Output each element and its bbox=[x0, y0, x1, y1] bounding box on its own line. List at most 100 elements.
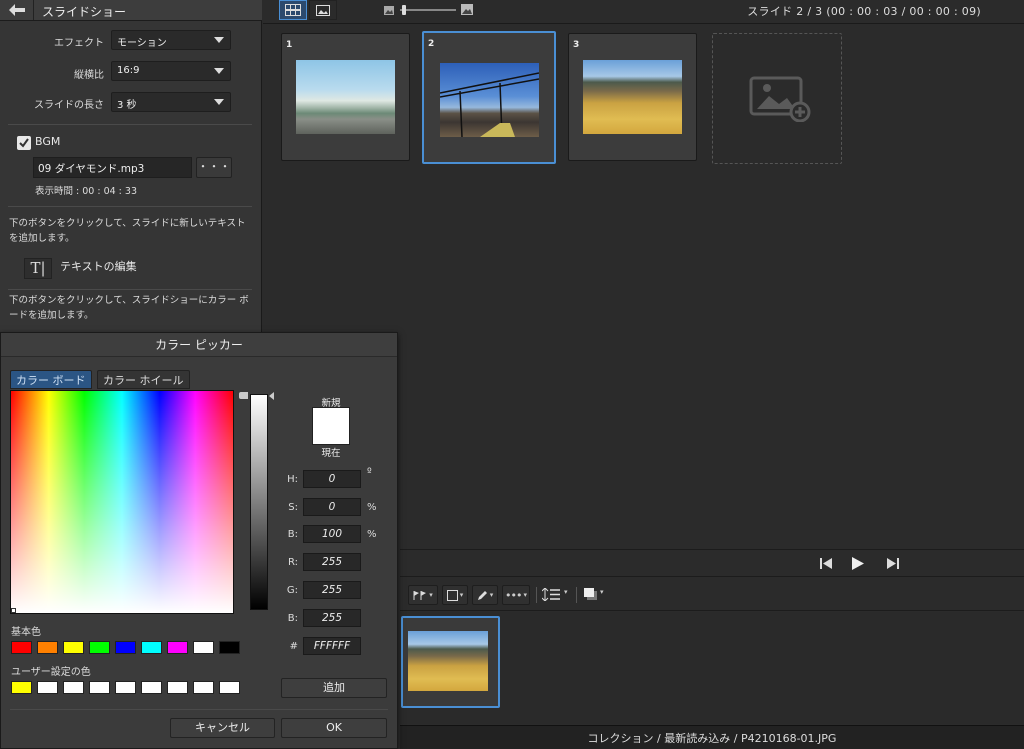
bgm-browse-button[interactable]: ・・・ bbox=[196, 157, 232, 178]
edit-toolbar: ▾ ▾ ▾ ••• ▾ ▾ ▾ bbox=[400, 579, 1024, 611]
aspect-dropdown[interactable]: 16:9 bbox=[111, 61, 231, 81]
add-color-button[interactable]: 追加 bbox=[281, 678, 387, 698]
hex-label: # bbox=[289, 641, 298, 652]
brightness-label: B: bbox=[287, 529, 298, 540]
divider bbox=[10, 709, 388, 710]
saturation-label: S: bbox=[288, 502, 298, 513]
color-picker-dialog: カラー ピッカー カラー ボード カラー ホイール 新規 現在 H: 0 º S… bbox=[0, 332, 398, 749]
back-button[interactable] bbox=[0, 0, 34, 20]
transition-tool-button[interactable]: ▾ bbox=[408, 585, 438, 605]
aspect-label: 縦横比 bbox=[74, 70, 104, 81]
add-slide-placeholder[interactable] bbox=[712, 33, 842, 164]
panel-title: スライドショー bbox=[42, 5, 127, 19]
chevron-down-icon: ▾ bbox=[600, 588, 604, 596]
brightness-unit: % bbox=[367, 529, 377, 540]
user-color-swatch[interactable] bbox=[167, 681, 188, 694]
more-tool-button[interactable]: ••• ▾ bbox=[502, 585, 530, 605]
text-edit-icon[interactable]: T| bbox=[24, 258, 52, 279]
basic-color-swatch[interactable] bbox=[219, 641, 240, 654]
basic-color-swatch[interactable] bbox=[63, 641, 84, 654]
divider bbox=[8, 124, 252, 125]
basic-color-swatch[interactable] bbox=[193, 641, 214, 654]
user-color-swatch[interactable] bbox=[219, 681, 240, 694]
play-icon[interactable] bbox=[852, 557, 864, 570]
green-label: G: bbox=[286, 585, 298, 596]
user-color-swatch[interactable] bbox=[193, 681, 214, 694]
zoom-slider-thumb[interactable] bbox=[402, 5, 406, 15]
add-image-icon bbox=[749, 76, 811, 122]
basic-color-swatch[interactable] bbox=[141, 641, 162, 654]
basic-color-swatch[interactable] bbox=[37, 641, 58, 654]
image-icon bbox=[316, 4, 330, 16]
large-thumb-icon bbox=[461, 4, 473, 15]
basic-color-swatch[interactable] bbox=[167, 641, 188, 654]
zoom-slider[interactable] bbox=[400, 9, 456, 11]
line-spacing-icon[interactable] bbox=[542, 588, 562, 601]
basic-colors-label: 基本色 bbox=[11, 627, 41, 638]
red-label: R: bbox=[287, 557, 298, 568]
dropdown-arrow-icon bbox=[214, 37, 224, 43]
user-color-swatch[interactable] bbox=[63, 681, 84, 694]
chevron-down-icon: ▾ bbox=[429, 591, 433, 599]
slide-thumbnail[interactable]: 3 bbox=[568, 33, 697, 161]
pen-tool-button[interactable]: ▾ bbox=[472, 585, 498, 605]
brightness-slider[interactable] bbox=[250, 394, 268, 610]
bgm-checkbox[interactable] bbox=[17, 136, 31, 150]
tab-color-wheel[interactable]: カラー ホイール bbox=[97, 370, 190, 389]
skip-forward-icon[interactable] bbox=[887, 558, 899, 569]
filmstrip-thumbnail[interactable] bbox=[401, 616, 500, 708]
arrow-left-icon bbox=[8, 4, 25, 16]
panel-header: スライドショー bbox=[0, 0, 262, 21]
slide-thumbnail[interactable]: 1 bbox=[281, 33, 410, 161]
green-field[interactable]: 255 bbox=[303, 581, 361, 599]
playback-controls bbox=[400, 549, 1024, 577]
shadow-icon[interactable] bbox=[584, 588, 598, 601]
skip-back-icon[interactable] bbox=[820, 558, 832, 569]
grid-view-button[interactable] bbox=[279, 0, 307, 20]
tab-color-board[interactable]: カラー ボード bbox=[10, 370, 92, 389]
red-field[interactable]: 255 bbox=[303, 553, 361, 571]
duration-value: 3 秒 bbox=[117, 100, 137, 111]
frame-tool-button[interactable]: ▾ bbox=[442, 585, 468, 605]
basic-color-swatch[interactable] bbox=[11, 641, 32, 654]
user-colors-row bbox=[11, 681, 240, 694]
more-icon: ••• bbox=[505, 588, 522, 602]
slide-number: 2 bbox=[428, 39, 435, 49]
user-color-swatch[interactable] bbox=[115, 681, 136, 694]
cancel-button[interactable]: キャンセル bbox=[170, 718, 275, 738]
duration-dropdown[interactable]: 3 秒 bbox=[111, 92, 231, 112]
basic-color-swatch[interactable] bbox=[115, 641, 136, 654]
user-color-swatch[interactable] bbox=[11, 681, 32, 694]
user-color-swatch[interactable] bbox=[141, 681, 162, 694]
slide-image-station bbox=[296, 60, 395, 134]
user-colors-label: ユーザー設定の色 bbox=[11, 667, 91, 678]
divider bbox=[576, 587, 577, 603]
blue-label: B: bbox=[287, 613, 298, 624]
effect-label: エフェクト bbox=[54, 38, 104, 49]
spectrum-cursor[interactable] bbox=[11, 608, 16, 613]
single-view-button[interactable] bbox=[309, 0, 337, 20]
filmstrip-image bbox=[408, 631, 488, 691]
chevron-down-icon: ▾ bbox=[523, 591, 527, 599]
slide-number: 1 bbox=[286, 40, 293, 50]
basic-colors-row bbox=[11, 641, 240, 654]
slide-image-rail bbox=[440, 63, 539, 137]
saturation-unit: % bbox=[367, 502, 377, 513]
ok-button[interactable]: OK bbox=[281, 718, 387, 738]
bgm-duration: 表示時間 : 00 : 04 : 33 bbox=[35, 186, 137, 197]
color-spectrum[interactable] bbox=[10, 390, 234, 614]
slide-thumbnail-selected[interactable]: 2 bbox=[422, 31, 556, 164]
saturation-field[interactable]: 0 bbox=[303, 498, 361, 516]
user-color-swatch[interactable] bbox=[37, 681, 58, 694]
effect-dropdown[interactable]: モーション bbox=[111, 30, 231, 50]
bgm-file-field[interactable]: 09 ダイヤモンド.mp3 bbox=[33, 157, 192, 178]
hex-field[interactable]: FFFFFF bbox=[303, 637, 361, 655]
brightness-field[interactable]: 100 bbox=[303, 525, 361, 543]
brightness-handle-left[interactable] bbox=[239, 392, 248, 399]
hue-field[interactable]: 0 bbox=[303, 470, 361, 488]
text-edit-button[interactable]: テキストの編集 bbox=[60, 258, 137, 274]
user-color-swatch[interactable] bbox=[89, 681, 110, 694]
basic-color-swatch[interactable] bbox=[89, 641, 110, 654]
blue-field[interactable]: 255 bbox=[303, 609, 361, 627]
brightness-handle-right[interactable] bbox=[269, 392, 274, 400]
